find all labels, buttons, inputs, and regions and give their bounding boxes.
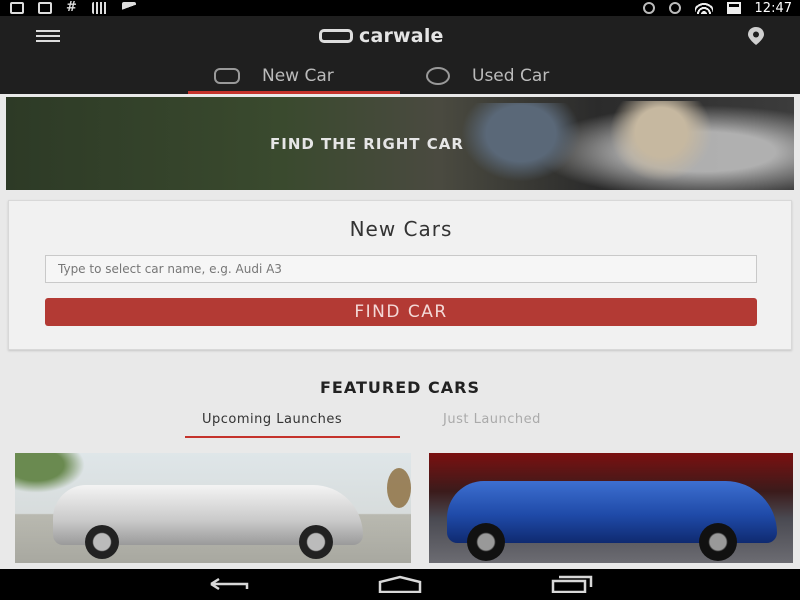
wheel — [699, 523, 737, 561]
new-cars-card: New Cars FIND CAR — [8, 200, 792, 350]
used-car-icon — [426, 67, 450, 85]
home-icon[interactable] — [376, 575, 424, 593]
mute-icon — [668, 2, 681, 14]
hero-person-image — [451, 103, 591, 190]
status-bar: # 12:47 — [0, 0, 800, 16]
clock-time: 12:47 — [754, 0, 792, 16]
notification-icons: # — [10, 1, 136, 15]
active-tab-indicator — [188, 91, 400, 94]
brand-name: carwale — [359, 25, 444, 47]
system-icons: 12:47 — [642, 0, 792, 16]
carwale-logo-icon — [319, 29, 353, 43]
tab-upcoming-launches[interactable]: Upcoming Launches — [202, 412, 342, 427]
hero-headline: FIND THE RIGHT CAR — [270, 135, 464, 153]
hamburger-icon[interactable] — [36, 30, 60, 42]
recents-icon[interactable] — [550, 575, 594, 593]
hero-person-image — [601, 101, 721, 190]
download-icon — [10, 2, 24, 14]
car-search-input[interactable] — [45, 255, 757, 283]
main-tabs: New Car Used Car — [0, 58, 800, 94]
car-image-blue-suv[interactable] — [429, 453, 793, 563]
tab-new-car[interactable]: New Car — [214, 58, 334, 94]
find-car-button[interactable]: FIND CAR — [45, 298, 757, 326]
new-cars-title: New Cars — [349, 217, 453, 241]
hash-icon: # — [66, 0, 77, 15]
tab-used-car-label: Used Car — [472, 66, 550, 86]
new-car-tag-icon — [214, 68, 240, 84]
tab-used-car[interactable]: Used Car — [426, 58, 549, 94]
bluetooth-icon — [642, 2, 655, 14]
tab-new-car-label: New Car — [262, 66, 334, 86]
wifi-icon — [694, 2, 713, 14]
tab-just-launched[interactable]: Just Launched — [443, 412, 541, 427]
wheel — [85, 525, 119, 559]
wheel — [299, 525, 333, 559]
signal-bars-icon — [92, 2, 108, 14]
battery-icon — [726, 2, 741, 14]
app-bar: carwale New Car Used Car — [0, 16, 800, 94]
system-nav-bar — [0, 569, 800, 600]
tree-foliage — [387, 468, 411, 508]
featured-cars-title: FEATURED CARS — [320, 378, 480, 397]
flag-icon — [122, 2, 136, 14]
location-pin-icon[interactable] — [746, 26, 766, 46]
brand-logo: carwale — [319, 25, 444, 47]
back-icon[interactable] — [207, 575, 251, 593]
car-image-silver-sedan[interactable] — [15, 453, 411, 563]
message-icon — [38, 2, 52, 14]
featured-tab-indicator — [185, 436, 400, 438]
wheel — [467, 523, 505, 561]
hero-banner[interactable]: FIND THE RIGHT CAR — [6, 97, 794, 190]
